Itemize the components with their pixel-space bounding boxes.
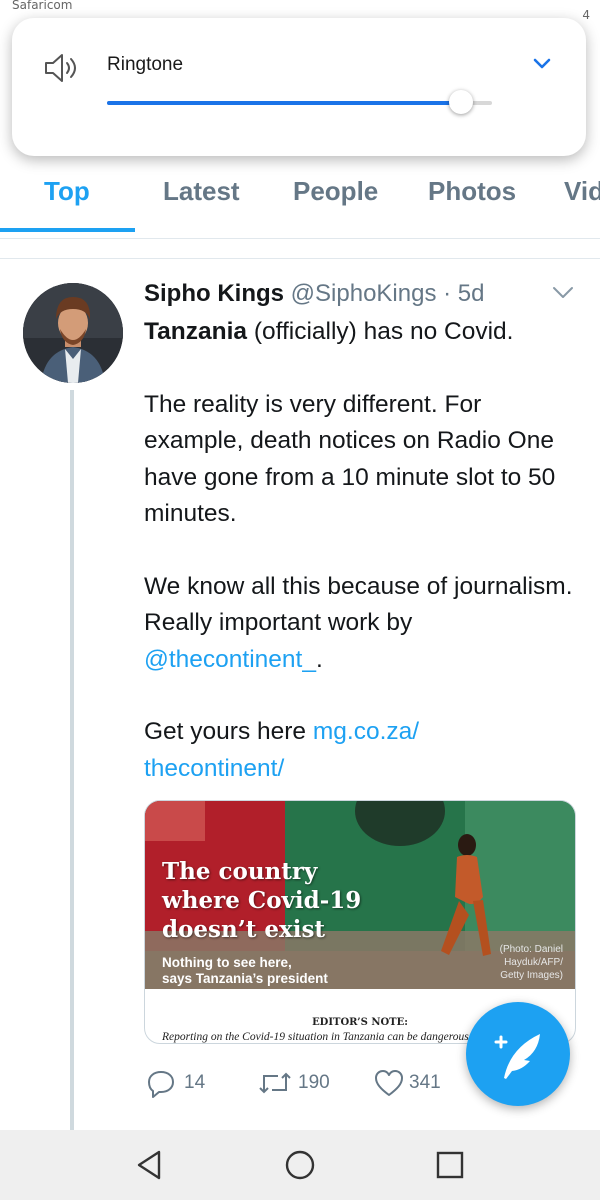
home-nav-icon[interactable]: [283, 1148, 317, 1182]
tweet-para-2: The reality is very different. For examp…: [144, 390, 556, 528]
media-credit-line-1: (Photo: Daniel: [499, 944, 563, 955]
tweet-para-3-end: .: [316, 645, 323, 673]
tab-latest[interactable]: Latest: [163, 176, 240, 207]
tweet-para-4-text: Get yours here: [144, 718, 313, 745]
retweet-icon: [259, 1072, 291, 1094]
media-credit-line-2: Hayduk/AFP/: [504, 957, 563, 968]
tweet-para-4: Get yours here mg.co.za/thecontinent/: [144, 714, 584, 787]
compose-feather-icon: [494, 1034, 540, 1079]
mention-link[interactable]: @thecontinent_: [144, 646, 316, 673]
retweet-count: 190: [298, 1072, 330, 1093]
url-link-part-1[interactable]: mg.co.za/: [313, 718, 419, 745]
like-count: 341: [409, 1072, 441, 1093]
reply-button[interactable]: 14: [146, 1068, 226, 1098]
tweet-divider: [0, 258, 600, 259]
back-nav-icon[interactable]: [133, 1148, 167, 1182]
author-name[interactable]: Sipho Kings: [144, 280, 284, 307]
media-subheadline: Nothing to see here, says Tanzania’s pre…: [162, 955, 328, 987]
tweet-text: Tanzania (officially) has no Covid. The …: [144, 314, 584, 787]
tweet-menu-chevron-icon[interactable]: [552, 286, 574, 300]
url-link-part-2[interactable]: thecontinent/: [144, 755, 284, 782]
compose-tweet-button[interactable]: [466, 1002, 570, 1106]
tab-videos[interactable]: Vid: [564, 176, 600, 207]
volume-slider-fill: [107, 101, 462, 105]
media-headline-line-2: where Covid-19: [162, 887, 362, 914]
media-subheadline-line-1: Nothing to see here,: [162, 955, 292, 970]
chevron-down-icon[interactable]: [530, 52, 554, 76]
heart-icon: [375, 1070, 403, 1096]
tweet-bold-word: Tanzania: [144, 318, 248, 345]
media-excerpt: Reporting on the Covid-19 situation in T…: [162, 1031, 469, 1043]
retweet-button[interactable]: 190: [258, 1068, 348, 1098]
author-handle[interactable]: @SiphoKings: [291, 280, 437, 307]
tweet-para-3: We know all this because of journalism. …: [144, 569, 584, 679]
volume-panel: Ringtone: [12, 18, 586, 156]
media-photo-credit: (Photo: Daniel Hayduk/AFP/ Getty Images): [493, 943, 563, 982]
media-credit-line-3: Getty Images): [500, 970, 563, 981]
like-button[interactable]: 341: [373, 1068, 463, 1098]
carrier-name: Safaricom: [12, 0, 73, 12]
volume-slider-thumb[interactable]: [449, 90, 474, 114]
media-headline-line-3: doesn’t exist: [162, 916, 326, 943]
header-separator: ·: [443, 280, 452, 307]
tweet-para-1: Tanzania (officially) has no Covid.: [144, 314, 584, 351]
system-nav-bar: [0, 1130, 600, 1200]
thread-line: [70, 390, 74, 1130]
tab-top[interactable]: Top: [44, 176, 90, 207]
tweet-header: Sipho Kings @SiphoKings · 5d: [144, 280, 485, 308]
reply-icon: [148, 1071, 174, 1098]
tweet-para-3-text: We know all this because of journalism. …: [144, 572, 573, 637]
media-headline: The country where Covid-19 doesn’t exist: [162, 857, 361, 944]
active-tab-indicator: [0, 228, 135, 232]
tab-people[interactable]: People: [293, 176, 378, 207]
volume-stream-label: Ringtone: [107, 54, 184, 75]
avatar[interactable]: [23, 283, 123, 383]
speaker-icon[interactable]: [42, 52, 82, 84]
media-headline-line-1: The country: [162, 858, 318, 885]
tab-photos[interactable]: Photos: [428, 176, 516, 207]
media-subheadline-line-2: says Tanzania’s president: [162, 971, 328, 986]
tweet-age: 5d: [457, 280, 485, 307]
reply-count: 14: [184, 1072, 206, 1093]
volume-slider[interactable]: [107, 90, 492, 114]
tweet-para-1-rest: (officially) has no Covid.: [247, 318, 514, 345]
recents-nav-icon[interactable]: [433, 1148, 467, 1182]
status-time: 4: [582, 8, 590, 22]
